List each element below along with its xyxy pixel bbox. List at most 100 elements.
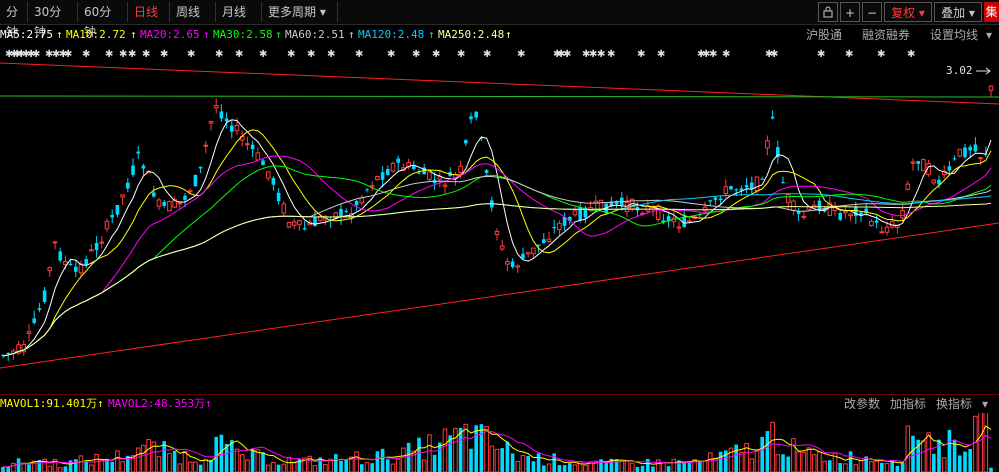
switch-indicator-button[interactable]: 换指标 [936,395,972,413]
news-star-icon[interactable]: ✱ [412,49,420,60]
candle-body [365,189,369,191]
tab-30min[interactable]: 30分钟 [28,2,78,39]
volume-bar [234,448,240,472]
margin-trading-button[interactable]: 融资融券 [862,26,910,44]
volume-bar [182,451,188,472]
candle-body [58,251,62,261]
news-star-icon[interactable]: ✱ [817,49,825,60]
add-indicator-button[interactable]: 加指标 [890,395,926,413]
volume-bar [822,460,827,472]
tab-minute[interactable]: 分钟 [0,2,28,39]
news-star-icon[interactable]: ✱ [187,49,195,60]
tab-60min[interactable]: 60分钟 [78,2,128,39]
news-star-icon[interactable]: ✱ [657,49,665,60]
volume-bar [312,465,318,472]
candle-body [781,182,785,184]
volume-bar [655,459,661,472]
zoom-in-button[interactable]: + [840,2,860,22]
tab-daily[interactable]: 日线 [128,2,170,22]
news-star-icon[interactable]: ✱ [607,49,615,60]
news-star-icon[interactable]: ✱ [160,49,168,60]
candle-body [354,200,359,206]
candle-body [884,226,890,233]
lock-button[interactable] [818,2,838,22]
candle-body [198,166,203,169]
news-star-icon[interactable]: ✱ [119,49,127,60]
candle-body [369,185,375,188]
candle-body [344,210,348,212]
candle-body [947,166,952,171]
news-star-icon[interactable]: ✱ [563,49,571,60]
arrow-up-icon: ↑ [348,28,355,41]
ma-legend-bar: MA5:2.75 ↑ MA10:2.72 ↑ MA20:2.65 ↑ MA30:… [0,26,999,44]
volume-bar [203,459,209,472]
news-star-icon[interactable]: ✱ [457,49,465,60]
news-star-icon[interactable]: ✱ [597,49,605,60]
candle-body [162,201,166,206]
candlestick-chart[interactable]: ✱✱✱✱✱✱✱ ✱✱✱✱ ✱ ✱ ✱ ✱ ✱ ✱ ✱ ✱ ✱ ✱ ✱ ✱ ✱ ✱ ✱ ✱ ✱ ✱ ✱ ✱ ✱✱✱ ✱✱ ✱ ✱ ✱ ✱… [0,44,999,394]
diejia-dropdown[interactable]: 叠加 ▾ [934,2,982,22]
news-star-icon[interactable]: ✱ [637,49,645,60]
volume-bar [510,453,515,472]
volume-bar [463,423,469,472]
candle-body [718,198,723,201]
volume-bar [698,461,702,472]
hgt-button[interactable]: 沪股通 [806,26,842,44]
volume-bar [27,464,31,472]
news-star-icon[interactable]: ✱ [907,49,915,60]
chevron-down-icon: ▾ [918,6,925,20]
arrow-up-icon: ↑ [203,28,210,41]
news-star-icon[interactable]: ✱ [105,49,113,60]
volume-bar [869,461,874,472]
news-star-icon[interactable]: ✱ [82,49,90,60]
news-star-icon[interactable]: ✱ [142,49,150,60]
volume-bar [526,456,530,472]
chevron-down-icon[interactable]: ▾ [982,395,988,413]
tab-weekly[interactable]: 周线 [170,2,216,22]
candle-body [531,247,536,255]
news-star-icon[interactable]: ✱ [517,49,525,60]
news-star-icon[interactable]: ✱ [307,49,315,60]
edge-button[interactable]: 集 [984,2,999,22]
high-price-label: 3.02 [946,64,973,77]
volume-bar [505,441,510,472]
candle-body [26,331,32,334]
news-star-icon[interactable]: ✱ [287,49,295,60]
ma-line [2,176,992,357]
volume-bar [557,465,562,472]
news-star-icon[interactable]: ✱ [387,49,395,60]
news-star-icon[interactable]: ✱ [770,49,778,60]
zoom-out-button[interactable]: − [862,2,882,22]
news-star-icon[interactable]: ✱ [235,49,243,60]
news-star-icon[interactable]: ✱ [327,49,335,60]
volume-bar [99,459,105,472]
news-star-icon[interactable]: ✱ [432,49,440,60]
volume-bar [848,451,853,472]
news-star-icon[interactable]: ✱ [32,49,40,60]
candle-body [427,171,432,180]
news-star-icon[interactable]: ✱ [128,49,136,60]
news-star-icon[interactable]: ✱ [355,49,363,60]
news-star-icon[interactable]: ✱ [215,49,223,60]
chevron-down-icon[interactable]: ▾ [986,26,992,44]
news-star-icon[interactable]: ✱ [845,49,853,60]
tab-monthly[interactable]: 月线 [216,2,262,22]
news-star-icon[interactable]: ✱ [877,49,885,60]
news-star-icon[interactable]: ✱ [64,49,72,60]
candle-body [245,143,250,146]
news-markers[interactable]: ✱✱✱✱✱✱✱ ✱✱✱✱ ✱ ✱ ✱ ✱ ✱ ✱ ✱ ✱ ✱ ✱ ✱ ✱ ✱ ✱ ✱ ✱ ✱ ✱ ✱ ✱ ✱✱✱ ✱✱ ✱ ✱ ✱ ✱… [5,49,915,60]
news-star-icon[interactable]: ✱ [722,49,730,60]
news-star-icon[interactable]: ✱ [483,49,491,60]
volume-bar [417,437,421,472]
fuquan-dropdown[interactable]: 复权 ▾ [884,2,932,22]
edit-params-button[interactable]: 改参数 [844,395,880,413]
tab-more-periods[interactable]: 更多周期 ▾ [262,2,338,22]
volume-bars [1,413,993,472]
candle-body [291,221,297,226]
volume-bar [973,415,978,472]
ma-settings-button[interactable]: 设置均线 [930,26,978,44]
volume-legend-bar: MAVOL1:91.401万 ↑ MAVOL2:48.353万 ↑ 改参数 加指… [0,394,999,413]
volume-bar [453,427,458,472]
news-star-icon[interactable]: ✱ [709,49,717,60]
news-star-icon[interactable]: ✱ [259,49,267,60]
